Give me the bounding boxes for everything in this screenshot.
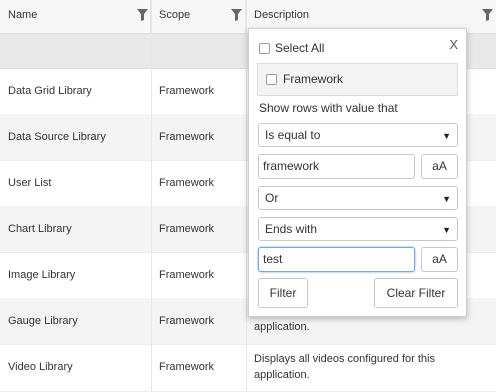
column-header-label: Description <box>254 9 310 21</box>
operator1-value: Is equal to <box>265 128 321 142</box>
cell-scope: Framework <box>159 315 215 327</box>
value2-input[interactable]: test <box>258 247 415 272</box>
value-checkbox[interactable] <box>266 74 277 85</box>
operator1-select[interactable]: Is equal to ▼ <box>258 123 458 147</box>
cell-name: Data Source Library <box>8 131 106 143</box>
column-divider <box>246 0 247 391</box>
close-icon[interactable]: X <box>449 37 458 52</box>
filter-funnel-icon[interactable] <box>482 9 493 21</box>
cell-name: Video Library <box>8 361 73 373</box>
cell-scope: Framework <box>159 223 215 235</box>
cell-scope: Framework <box>159 361 215 373</box>
cell-name: Gauge Library <box>8 315 78 327</box>
cell-description: application. <box>254 321 310 333</box>
cell-name: Image Library <box>8 269 76 281</box>
filter-button[interactable]: Filter <box>258 278 308 308</box>
select-all-checkbox[interactable] <box>259 43 270 54</box>
column-header-name[interactable]: Name <box>0 0 151 33</box>
table-row[interactable]: Video Library Framework Displays all vid… <box>0 344 496 392</box>
match-case-button[interactable]: aA <box>421 247 458 272</box>
cell-scope: Framework <box>159 269 215 281</box>
logic-value: Or <box>265 191 279 205</box>
column-divider <box>151 0 152 391</box>
column-header-label: Name <box>8 9 38 21</box>
filter-funnel-icon[interactable] <box>231 9 242 21</box>
cell-scope: Framework <box>159 85 215 97</box>
cell-scope: Framework <box>159 177 215 189</box>
cell-name: Chart Library <box>8 223 72 235</box>
show-rows-label: Show rows with value that <box>259 101 398 115</box>
logic-select[interactable]: Or ▼ <box>258 186 458 210</box>
cell-scope: Framework <box>159 131 215 143</box>
column-header-scope[interactable]: Scope <box>151 0 246 33</box>
dropdown-arrow-icon: ▼ <box>442 225 451 235</box>
filter-funnel-icon[interactable] <box>137 9 148 21</box>
operator2-value: Ends with <box>265 222 318 236</box>
filter-popup: Select All X Framework Show rows with va… <box>248 28 467 317</box>
dropdown-arrow-icon: ▼ <box>442 131 451 141</box>
cell-description: Displays all videos configured for this … <box>254 353 435 381</box>
value-label: Framework <box>283 72 344 86</box>
match-case-button[interactable]: aA <box>421 154 458 179</box>
value-list: Framework <box>257 63 458 96</box>
column-header-label: Scope <box>159 9 191 21</box>
dropdown-arrow-icon: ▼ <box>442 194 451 204</box>
select-all-label: Select All <box>275 41 325 55</box>
value1-input[interactable]: framework <box>258 154 415 179</box>
clear-filter-button[interactable]: Clear Filter <box>374 278 458 308</box>
cell-name: Data Grid Library <box>8 85 92 97</box>
cell-name: User List <box>8 177 52 189</box>
operator2-select[interactable]: Ends with ▼ <box>258 217 458 241</box>
